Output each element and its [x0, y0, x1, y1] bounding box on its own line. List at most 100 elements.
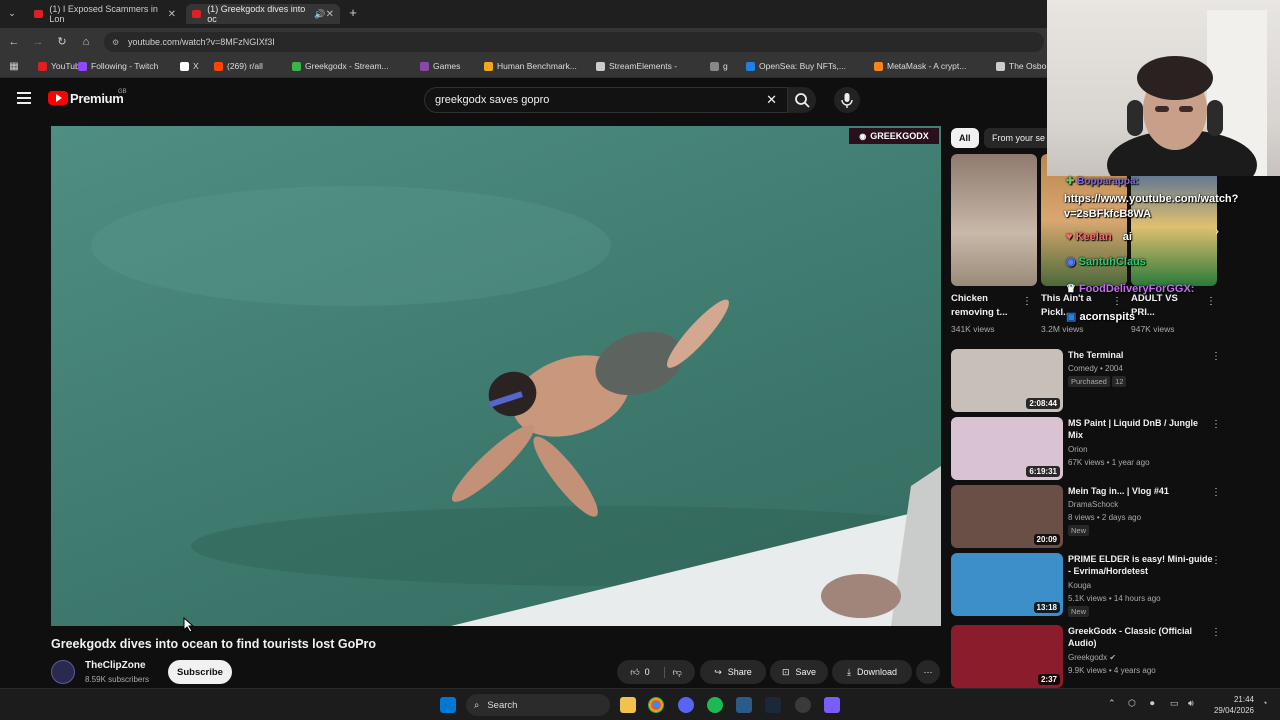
notification-icon[interactable]: ◔: [1262, 698, 1267, 708]
more-vertical-icon[interactable]: ⋮: [1211, 555, 1221, 566]
shorts-next-icon[interactable]: ›: [1208, 224, 1226, 242]
reload-icon[interactable]: ↻: [54, 34, 70, 50]
bookmark-favicon-icon: [78, 61, 87, 71]
short-thumbnail-1[interactable]: [951, 154, 1037, 286]
channel-avatar[interactable]: [51, 660, 75, 684]
recommendation-channel: Kouga: [1068, 581, 1092, 590]
home-icon[interactable]: ⌂: [78, 34, 94, 50]
download-button[interactable]: ⤓ Download: [832, 660, 912, 684]
video-player[interactable]: ◉ GREEKGODX: [51, 126, 941, 626]
bookmark-label: (269) r/all: [227, 61, 263, 71]
clock[interactable]: 21:44 29/04/2026: [1208, 694, 1254, 716]
recommendation-title[interactable]: PRIME ELDER is easy! Mini-guide - Evrima…: [1068, 553, 1213, 577]
bookmark-item[interactable]: Greekgodx - Stream...: [292, 61, 389, 71]
thumbs-up-icon[interactable]: 👍︎: [630, 667, 639, 678]
browser-tab-2[interactable]: (1) Greekgodx dives into oc 🔊 ✕: [186, 4, 340, 24]
short-more-icon[interactable]: ⋮: [1112, 296, 1122, 307]
short-title-3[interactable]: ADULT VS PRI...: [1131, 292, 1191, 320]
url-field[interactable]: ⚙ youtube.com/watch?v=8MFzNGIXf3I: [104, 32, 1044, 52]
channel-name[interactable]: TheClipZone: [85, 660, 146, 671]
short-more-icon[interactable]: ⋮: [1206, 296, 1216, 307]
recommendation-item[interactable]: 20:09 Mein Tag in... | Vlog #41 ⋮ DramaScho…: [951, 485, 1241, 549]
thumbs-down-icon[interactable]: 👎︎: [663, 666, 682, 678]
steam-icon[interactable]: [765, 697, 781, 713]
volume-icon[interactable]: 🔊︎: [1188, 698, 1194, 709]
browser-tab-1[interactable]: (1) I Exposed Scammers in Lon ✕: [28, 4, 182, 24]
speaker-icon[interactable]: 🔊: [314, 9, 325, 20]
menu-icon[interactable]: [17, 92, 31, 104]
tab-search-icon[interactable]: ⌄: [4, 5, 20, 21]
recommendation-title[interactable]: Mein Tag in... | Vlog #41: [1068, 485, 1213, 497]
clear-search-icon[interactable]: ✕: [766, 92, 777, 108]
chrome-icon[interactable]: [648, 697, 664, 713]
settings-icon[interactable]: [795, 697, 811, 713]
subscribe-button[interactable]: Subscribe: [168, 660, 232, 684]
share-button[interactable]: ↪ Share: [700, 660, 766, 684]
voice-search-button[interactable]: [834, 87, 860, 113]
file-explorer-icon[interactable]: [620, 697, 636, 713]
more-vertical-icon[interactable]: ⋮: [1211, 351, 1221, 362]
recommendation-item[interactable]: 13:18 PRIME ELDER is easy! Mini-guide - E…: [951, 553, 1241, 617]
chat-username: SantuhClaus: [1078, 256, 1146, 268]
bookmark-favicon-icon: [214, 61, 223, 71]
tray-chevron-icon[interactable]: ⌃: [1108, 698, 1116, 709]
short-views-3: 947K views: [1131, 324, 1175, 334]
discord-icon[interactable]: [678, 697, 694, 713]
bookmark-label: g: [723, 61, 728, 71]
apps-grid-icon[interactable]: ▦: [6, 59, 22, 75]
bookmark-item[interactable]: Human Benchmark...: [484, 61, 577, 71]
chat-badge-icon: ✚: [1066, 176, 1075, 187]
more-vertical-icon[interactable]: ⋮: [1211, 419, 1221, 430]
recommendation-thumbnail[interactable]: 13:18: [951, 553, 1063, 616]
new-tab-button[interactable]: +: [345, 5, 361, 21]
search-input[interactable]: greekgodx saves gopro ✕: [424, 87, 788, 113]
chip-from-your-search[interactable]: From your se: [984, 128, 1054, 148]
recommendation-item[interactable]: 6:19:31 MS Paint | Liquid DnB / Jungle Mi…: [951, 417, 1241, 481]
short-title-1[interactable]: Chicken removing t...: [951, 292, 1021, 320]
windows-start-icon[interactable]: [440, 697, 456, 713]
bookmark-item[interactable]: Games: [420, 61, 460, 71]
spotify-icon[interactable]: [707, 697, 723, 713]
recommendation-title[interactable]: The Terminal: [1068, 349, 1213, 361]
youtube-logo-icon[interactable]: [48, 91, 68, 105]
recommendation-thumbnail[interactable]: 2:08:44: [951, 349, 1063, 412]
close-tab-icon[interactable]: ✕: [326, 9, 334, 20]
app-icon[interactable]: [824, 697, 840, 713]
recommendation-thumbnail[interactable]: 6:19:31: [951, 417, 1063, 480]
recommendation-title[interactable]: MS Paint | Liquid DnB / Jungle Mix: [1068, 417, 1213, 441]
recommendation-thumbnail[interactable]: 2:37: [951, 625, 1063, 688]
like-dislike-group: 👍︎ 0 👎︎: [617, 660, 695, 684]
tray-app-icon[interactable]: ⬡: [1128, 698, 1136, 709]
bookmark-item[interactable]: MetaMask - A crypt...: [874, 61, 966, 71]
search-button[interactable]: [788, 87, 816, 113]
bookmark-item[interactable]: (269) r/all: [214, 61, 263, 71]
bookmark-item[interactable]: StreamElements -: [596, 61, 677, 71]
app-icon[interactable]: [736, 697, 752, 713]
short-more-icon[interactable]: ⋮: [1022, 296, 1032, 307]
microphone-tray-icon[interactable]: ⏺: [1150, 698, 1155, 709]
badge-row: New: [1068, 606, 1090, 617]
close-tab-icon[interactable]: ✕: [168, 9, 176, 20]
recommendation-item[interactable]: 2:37 GreekGodx - Classic (Official Audio)…: [951, 625, 1241, 689]
recommendation-title[interactable]: GreekGodx - Classic (Official Audio): [1068, 625, 1213, 649]
more-actions-button[interactable]: ⋯: [916, 660, 940, 684]
recommendation-thumbnail[interactable]: 20:09: [951, 485, 1063, 548]
bookmark-item[interactable]: g: [710, 61, 728, 71]
network-icon[interactable]: ▭: [1170, 698, 1179, 709]
chat-username: FoodDeliveryForGGX:: [1078, 283, 1195, 295]
forward-icon[interactable]: →: [30, 34, 46, 50]
site-info-icon[interactable]: ⚙: [112, 38, 119, 47]
badge-row: Purchased 12: [1068, 376, 1127, 387]
bookmark-item[interactable]: OpenSea: Buy NFTs,...: [746, 61, 846, 71]
save-button[interactable]: ⊡ Save: [770, 660, 828, 684]
share-icon: ↪: [714, 666, 722, 677]
chip-all[interactable]: All: [951, 128, 979, 148]
back-icon[interactable]: ←: [6, 34, 22, 50]
bookmark-item[interactable]: Following - Twitch: [78, 61, 158, 71]
taskbar-search-box[interactable]: ⌕ Search: [466, 694, 610, 716]
premium-logo-text[interactable]: Premium: [70, 91, 124, 106]
more-vertical-icon[interactable]: ⋮: [1211, 487, 1221, 498]
bookmark-item[interactable]: X: [180, 61, 199, 71]
recommendation-item[interactable]: 2:08:44 The Terminal ⋮ Comedy • 2004 Purchas…: [951, 349, 1241, 413]
more-vertical-icon[interactable]: ⋮: [1211, 627, 1221, 638]
